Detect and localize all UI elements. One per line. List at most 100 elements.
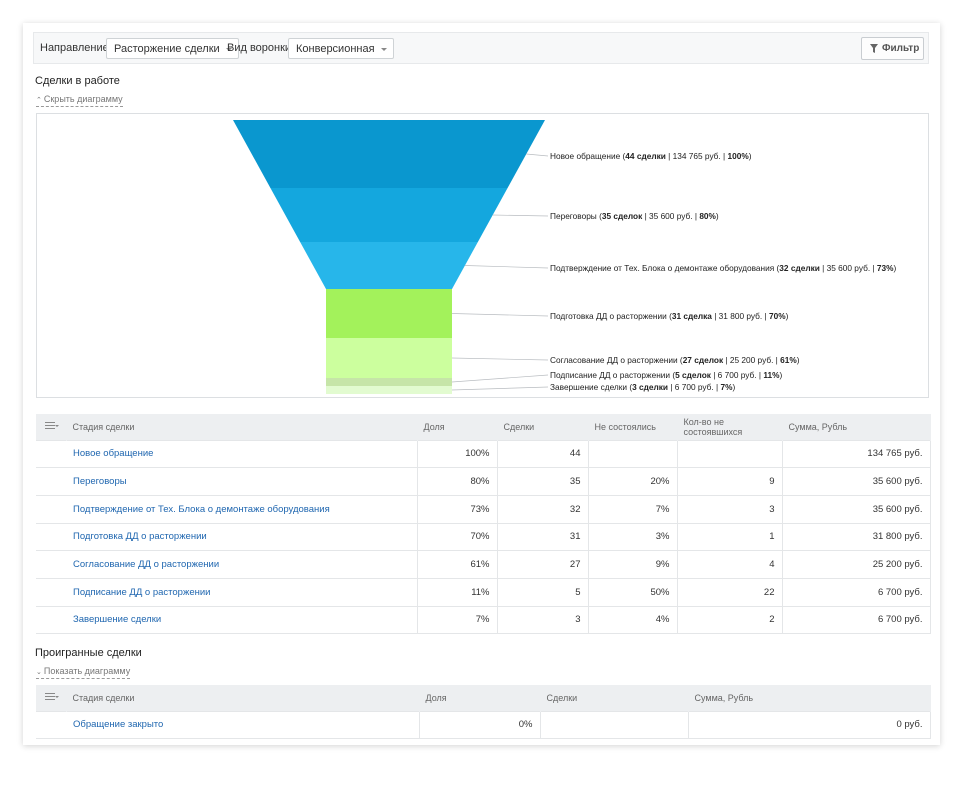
column-header[interactable]: Сумма, Рубль xyxy=(688,685,931,711)
funnel-stage-label: Переговоры (35 сделок | 35 600 руб. | 80… xyxy=(550,211,719,221)
stage-link[interactable]: Подтверждение от Тех. Блока о демонтаже … xyxy=(66,494,418,524)
funnel-segment[interactable] xyxy=(270,188,508,242)
stage-link[interactable]: Подготовка ДД о расторжении xyxy=(66,522,418,552)
funnel-type-select-value: Конверсионная xyxy=(296,43,375,55)
stage-link[interactable]: Переговоры xyxy=(66,467,418,496)
filter-button[interactable]: Фильтр xyxy=(861,37,924,60)
funnel-segment[interactable] xyxy=(300,242,478,289)
direction-select[interactable]: Расторжение сделки xyxy=(106,38,239,59)
table-row: Подписание ДД о расторжении 11% 5 50% 22… xyxy=(36,577,931,607)
direction-label: Направление: xyxy=(40,42,112,54)
sum-cell: 35 600 руб. xyxy=(781,494,931,524)
funnel-chart-svg: Новое обращение (44 сделки | 134 765 руб… xyxy=(233,120,897,394)
failed-cell: 9% xyxy=(587,550,678,579)
column-header[interactable]: Доля xyxy=(417,414,498,440)
deals-cell: 44 xyxy=(496,439,589,469)
funnel-connector-line xyxy=(451,374,549,383)
deals-cell: 3 xyxy=(496,605,589,635)
stage-link[interactable]: Обращение закрыто xyxy=(66,710,420,740)
funnel-stage-label: Подготовка ДД о расторжении (31 сделка |… xyxy=(550,311,789,321)
column-header[interactable]: Не состоялись xyxy=(588,414,678,440)
menu-icon xyxy=(45,421,59,431)
share-cell: 100% xyxy=(416,439,498,469)
funnel-connector-line xyxy=(451,313,549,317)
funnel-stage-label: Подтверждение от Тех. Блока о демонтаже … xyxy=(550,263,897,273)
funnel-stage-label: Подписание ДД о расторжении (5 сделок | … xyxy=(550,370,783,380)
column-settings-button[interactable] xyxy=(36,414,67,440)
failed-count-cell: 1 xyxy=(676,522,783,552)
stage-link[interactable]: Завершение сделки xyxy=(66,605,418,635)
filter-icon xyxy=(870,44,878,53)
funnel-type-label: Вид воронки: xyxy=(227,42,295,54)
hide-chart-link[interactable]: ⌃ Скрыть диаграмму xyxy=(36,94,123,107)
deals-cell: 5 xyxy=(496,577,589,607)
failed-cell: 20% xyxy=(587,467,678,496)
show-chart-link[interactable]: ⌄ Показать диаграмму xyxy=(36,666,131,679)
lost-stages-table: Стадия сделки Доля Сделки Сумма, Рубль О… xyxy=(36,685,931,740)
column-header[interactable]: Сделки xyxy=(540,685,689,711)
hide-chart-label: Скрыть диаграмму xyxy=(43,94,123,104)
column-header[interactable]: Доля xyxy=(419,685,541,711)
failed-count-cell: 9 xyxy=(676,467,783,496)
stages-table: Стадия сделки Доля Сделки Не состоялись … xyxy=(36,414,931,635)
lost-deals-title: Проигранные сделки xyxy=(35,647,142,659)
failed-count-cell: 22 xyxy=(676,577,783,607)
funnel-segment[interactable] xyxy=(326,289,452,338)
sum-cell: 134 765 руб. xyxy=(781,439,931,469)
active-deals-title: Сделки в работе xyxy=(35,75,120,87)
report-card: Направление: Расторжение сделки Вид воро… xyxy=(23,23,940,745)
funnel-type-select[interactable]: Конверсионная xyxy=(288,38,394,59)
table-row: Завершение сделки 7% 3 4% 2 6 700 руб. xyxy=(36,605,931,635)
deals-cell: 31 xyxy=(496,522,589,552)
failed-cell xyxy=(587,439,678,469)
sum-cell: 6 700 руб. xyxy=(781,577,931,607)
caret-down-icon xyxy=(380,48,387,51)
column-settings-button[interactable] xyxy=(36,685,67,711)
stage-link[interactable]: Новое обращение xyxy=(66,439,418,469)
table-header-row: Стадия сделки Доля Сделки Не состоялись … xyxy=(36,414,931,440)
sum-cell: 25 200 руб. xyxy=(781,550,931,579)
funnel-stage-label: Завершение сделки (3 сделки | 6 700 руб.… xyxy=(550,382,735,392)
funnel-segment[interactable] xyxy=(326,386,452,394)
filter-button-label: Фильтр xyxy=(882,43,920,54)
table-row: Обращение закрыто 0% 0 руб. xyxy=(36,710,931,740)
failed-cell: 4% xyxy=(587,605,678,635)
funnel-segment[interactable] xyxy=(326,338,452,378)
funnel-connector-line xyxy=(464,265,549,269)
menu-icon xyxy=(45,692,59,702)
column-header[interactable]: Кол-во не состоявшихся xyxy=(677,414,783,440)
failed-count-cell xyxy=(676,439,783,469)
share-cell: 61% xyxy=(416,550,498,579)
column-header[interactable]: Стадия сделки xyxy=(66,414,418,440)
share-cell: 0% xyxy=(418,710,541,740)
table-row: Переговоры 80% 35 20% 9 35 600 руб. xyxy=(36,467,931,496)
table-header-row: Стадия сделки Доля Сделки Сумма, Рубль xyxy=(36,685,931,711)
funnel-connector-line xyxy=(451,386,549,391)
failed-cell: 7% xyxy=(587,494,678,524)
funnel-chart: Новое обращение (44 сделки | 134 765 руб… xyxy=(36,113,929,398)
failed-count-cell: 3 xyxy=(676,494,783,524)
stage-link[interactable]: Подписание ДД о расторжении xyxy=(66,577,418,607)
deals-cell: 32 xyxy=(496,494,589,524)
funnel-segment[interactable] xyxy=(326,378,452,386)
sum-cell: 31 800 руб. xyxy=(781,522,931,552)
funnel-stage-label: Согласование ДД о расторжении (27 сделок… xyxy=(550,355,800,365)
chevron-up-icon: ⌃ xyxy=(36,97,42,104)
direction-select-value: Расторжение сделки xyxy=(114,43,220,55)
share-cell: 11% xyxy=(416,577,498,607)
funnel-connector-line xyxy=(526,153,549,157)
chevron-down-icon: ⌄ xyxy=(36,669,42,676)
share-cell: 80% xyxy=(416,467,498,496)
deals-cell: 35 xyxy=(496,467,589,496)
funnel-connector-line xyxy=(492,214,549,217)
funnel-segment[interactable] xyxy=(233,120,545,188)
column-header[interactable]: Сумма, Рубль xyxy=(782,414,931,440)
failed-count-cell: 2 xyxy=(676,605,783,635)
table-row: Подготовка ДД о расторжении 70% 31 3% 1 … xyxy=(36,522,931,552)
column-header[interactable]: Стадия сделки xyxy=(66,685,420,711)
column-header[interactable]: Сделки xyxy=(497,414,589,440)
table-row: Согласование ДД о расторжении 61% 27 9% … xyxy=(36,550,931,579)
sum-cell: 0 руб. xyxy=(687,710,931,740)
share-cell: 70% xyxy=(416,522,498,552)
stage-link[interactable]: Согласование ДД о расторжении xyxy=(66,550,418,579)
